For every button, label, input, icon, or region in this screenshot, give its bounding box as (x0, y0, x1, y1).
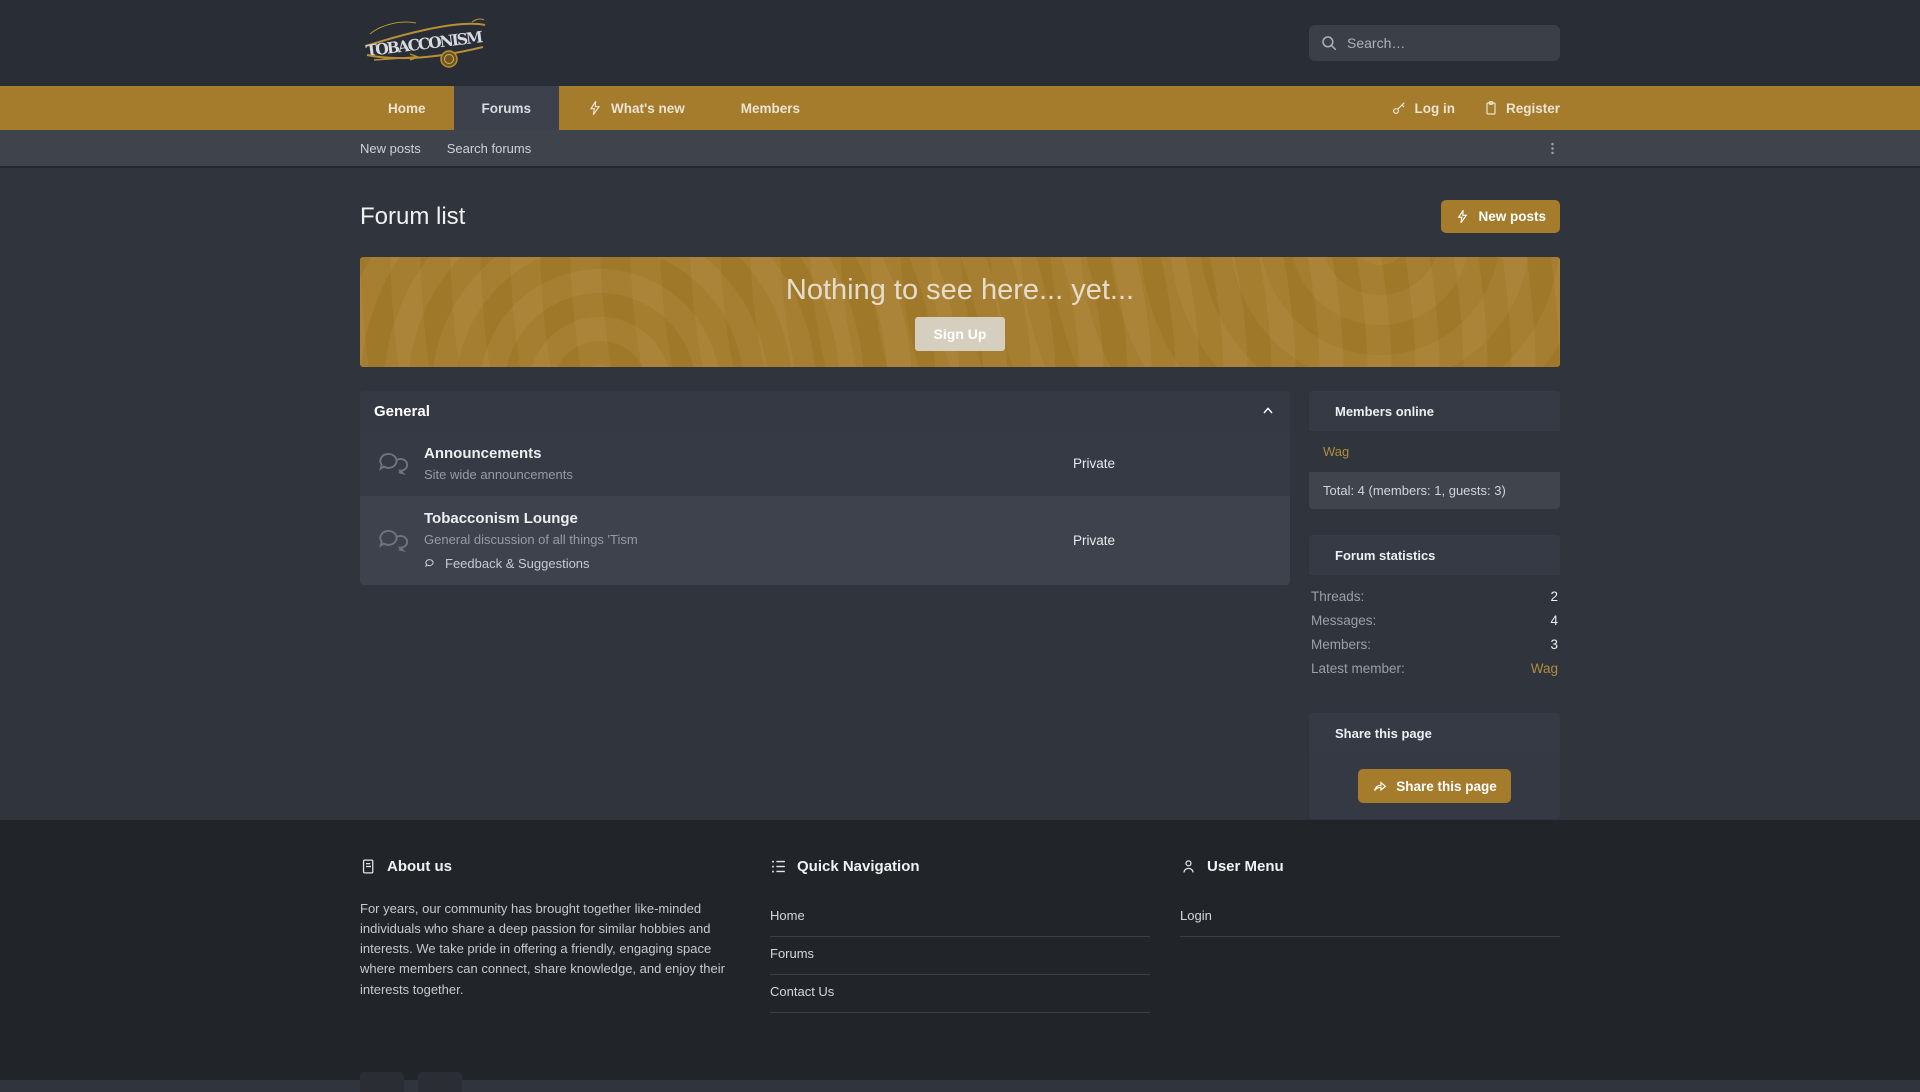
subnav-search-forums[interactable]: Search forums (447, 141, 532, 156)
footer-badge-button[interactable] (418, 1072, 462, 1092)
banner-message: Nothing to see here... yet... (785, 273, 1135, 306)
sign-up-button[interactable]: Sign Up (914, 316, 1006, 351)
tobacconism-logo-image: TOBACCONISM (365, 17, 486, 68)
subforum-link[interactable]: Feedback & Suggestions (424, 556, 898, 571)
forum-node-icon (379, 452, 408, 475)
list-icon (772, 860, 785, 873)
forum-node-icon (379, 529, 408, 552)
bottom-badges (360, 1072, 462, 1092)
search-bar[interactable] (1309, 25, 1560, 61)
chevron-up-icon (1263, 407, 1273, 414)
forum-statistics-block: Forum statistics Threads: 2 Messages: 4 … (1309, 535, 1560, 687)
tab-whats-new-label: What's new (611, 100, 685, 116)
stat-threads: Threads: 2 (1311, 589, 1558, 604)
category-header-general: General (360, 391, 1290, 431)
footer-link-contact-us[interactable]: Contact Us (770, 975, 1150, 1013)
lightning-icon (589, 101, 601, 116)
online-member-link[interactable]: Wag (1309, 431, 1560, 472)
subforum-label: Feedback & Suggestions (445, 556, 590, 571)
register-button[interactable]: Register (1483, 100, 1560, 116)
tab-whats-new[interactable]: What's new (559, 86, 713, 130)
forum-list: General Announcements Site wide announce… (360, 391, 1290, 585)
tab-home-label: Home (388, 100, 426, 116)
stat-label: Members: (1311, 637, 1372, 652)
stat-members: Members: 3 (1311, 637, 1558, 652)
search-icon (1322, 36, 1337, 51)
members-online-block: Members online Wag Total: 4 (members: 1,… (1309, 391, 1560, 509)
sidebar: Members online Wag Total: 4 (members: 1,… (1309, 391, 1560, 820)
main-content: Forum list New posts Nothing to see here… (360, 168, 1560, 820)
stat-label: Messages: (1311, 613, 1377, 628)
share-icon (1374, 781, 1387, 792)
tab-members[interactable]: Members (713, 86, 828, 130)
chat-bubble-icon (425, 558, 434, 567)
stat-messages: Messages: 4 (1311, 613, 1558, 628)
forum-row-tobacconism-lounge[interactable]: Tobacconism Lounge General discussion of… (360, 496, 1290, 585)
forum-statistics-header: Forum statistics (1309, 535, 1560, 575)
footer-quick-nav-column: Quick Navigation Home Forums Contact Us (770, 858, 1150, 1013)
register-icon (1486, 101, 1496, 115)
members-online-header: Members online (1309, 391, 1560, 431)
tab-forums-label: Forums (481, 100, 532, 116)
primary-nav: Home Forums What's new Members Log in Re… (0, 86, 1920, 130)
footer-user-menu-column: User Menu Login (1180, 858, 1560, 1013)
login-label: Log in (1414, 100, 1455, 116)
footer-badge-button[interactable] (360, 1072, 404, 1092)
share-block: Share this page Share this page (1309, 713, 1560, 819)
tab-home[interactable]: Home (360, 86, 454, 130)
stat-value: 2 (1550, 589, 1558, 604)
forum-title[interactable]: Tobacconism Lounge (424, 510, 898, 527)
person-icon (1183, 860, 1194, 873)
forum-description: General discussion of all things 'Tism (424, 532, 638, 547)
forum-title[interactable]: Announcements (424, 445, 898, 462)
latest-member-link[interactable]: Wag (1531, 661, 1558, 676)
forum-status-badge: Private (1072, 533, 1116, 548)
stat-label: Latest member: (1311, 661, 1405, 676)
site-header: TOBACCONISM (0, 0, 1920, 86)
lightning-icon (1458, 209, 1468, 224)
search-input[interactable] (1347, 35, 1549, 51)
register-label: Register (1505, 100, 1560, 116)
quick-navigation-title: Quick Navigation (797, 858, 920, 875)
signup-banner: Nothing to see here... yet... Sign Up (360, 257, 1560, 367)
stat-value: 4 (1550, 613, 1558, 628)
forum-row-announcements[interactable]: Announcements Site wide announcements Pr… (360, 431, 1290, 496)
forum-status-badge: Private (1072, 456, 1116, 471)
category-title: General (374, 402, 430, 420)
secondary-nav: New posts Search forums (0, 130, 1920, 168)
footer-link-forums[interactable]: Forums (770, 937, 1150, 975)
about-us-text: For years, our community has brought tog… (360, 901, 725, 997)
share-this-page-button[interactable]: Share this page (1358, 769, 1511, 803)
site-footer: About us For years, our community has br… (0, 820, 1920, 1080)
footer-about-column: About us For years, our community has br… (360, 858, 740, 1013)
login-button[interactable]: Log in (1391, 100, 1455, 116)
subnav-overflow-menu[interactable] (1545, 141, 1560, 156)
site-logo[interactable]: TOBACCONISM (360, 10, 490, 77)
stat-label: Threads: (1311, 589, 1365, 604)
document-icon (362, 859, 374, 874)
new-posts-button-label: New posts (1478, 209, 1546, 224)
share-block-header: Share this page (1309, 713, 1560, 753)
user-menu-title: User Menu (1207, 858, 1284, 875)
kebab-menu-icon (1551, 142, 1554, 154)
stat-latest-member: Latest member: Wag (1311, 661, 1558, 676)
key-icon (1393, 102, 1406, 114)
page-title: Forum list (360, 202, 466, 230)
share-button-label: Share this page (1396, 778, 1497, 794)
about-us-title: About us (387, 858, 452, 875)
collapse-category-button[interactable] (1260, 403, 1276, 419)
stat-value: 3 (1550, 637, 1558, 652)
tab-members-label: Members (740, 100, 801, 116)
logo-wordmark: TOBACCONISM (365, 26, 484, 59)
footer-link-login[interactable]: Login (1180, 899, 1560, 937)
forum-description: Site wide announcements (424, 467, 573, 482)
footer-link-home[interactable]: Home (770, 899, 1150, 937)
new-posts-button[interactable]: New posts (1441, 200, 1560, 233)
tab-forums[interactable]: Forums (453, 86, 560, 130)
members-online-total: Total: 4 (members: 1, guests: 3) (1309, 472, 1560, 509)
subnav-new-posts[interactable]: New posts (360, 141, 421, 156)
